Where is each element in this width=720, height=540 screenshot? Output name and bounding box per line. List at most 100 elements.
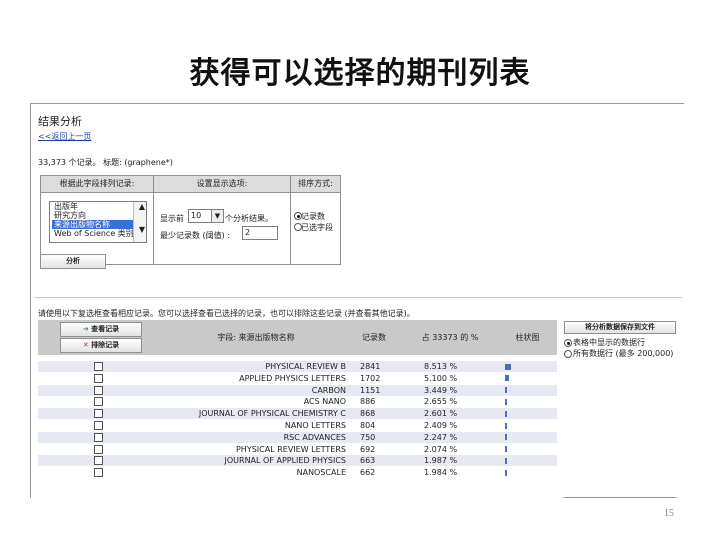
- sort-by-header: 排序方式:: [291, 176, 340, 193]
- record-count-cell: 1151: [360, 385, 381, 395]
- field-option[interactable]: Web of Science 类别: [52, 229, 146, 238]
- field-listbox[interactable]: 出版年 研究方向 来源出版物名称 Web of Science 类别 ▲ ▼: [49, 201, 147, 243]
- percent-cell: 8.513 %: [424, 362, 458, 371]
- save-all-rows-label: 所有数据行 (最多 200,000): [573, 349, 674, 358]
- scroll-up-icon[interactable]: ▲: [136, 202, 146, 211]
- row-checkbox[interactable]: [94, 421, 103, 430]
- instruction-text: 请使用以下复选框查看相应记录。您可以选择查看已选择的记录，也可以排除这些记录 (…: [38, 309, 415, 318]
- sort-by-count-label: 记录数: [301, 212, 325, 221]
- table-row: PHYSICAL REVIEW LETTERS 692 2.074 %: [38, 443, 557, 455]
- row-checkbox[interactable]: [94, 409, 103, 419]
- table-row: APPLIED PHYSICS LETTERS 1702 5.100 %: [38, 372, 557, 384]
- save-displayed-rows-label: 表格中显示的数据行: [573, 338, 645, 347]
- table-row: RSC ADVANCES 750 2.247 %: [38, 431, 557, 443]
- row-checkbox[interactable]: [94, 444, 103, 454]
- source-title-cell: ACS NANO: [303, 397, 346, 407]
- save-to-file-button-bottom[interactable]: [564, 497, 676, 498]
- show-top-prefix: 显示前: [160, 214, 184, 223]
- view-records-label: 查看记录: [91, 325, 120, 333]
- source-title-cell: NANOSCALE: [296, 468, 346, 478]
- share-bar: [505, 434, 507, 441]
- row-checkbox[interactable]: [94, 397, 103, 407]
- page-heading: 结果分析: [38, 115, 82, 128]
- share-bar: [505, 398, 507, 405]
- percent-cell: 3.449 %: [424, 385, 458, 395]
- field-option[interactable]: 来源出版物名称: [52, 220, 146, 229]
- rank-by-header: 根据此字段排列记录:: [41, 176, 153, 193]
- column-divider: [290, 176, 291, 264]
- field-option[interactable]: 研究方向: [52, 211, 146, 220]
- record-count-cell: 750: [360, 432, 376, 442]
- section-divider: [34, 297, 682, 298]
- save-panel: 将分析数据保存到文件 表格中显示的数据行 所有数据行 (最多 200,000): [560, 320, 682, 360]
- view-records-button[interactable]: ➔ 查看记录: [60, 322, 142, 337]
- frame-left-border: [30, 103, 31, 498]
- source-title-cell: NANO LETTERS: [284, 421, 346, 430]
- percent-cell: 2.655 %: [424, 397, 458, 407]
- arrow-right-icon: ➔: [82, 325, 89, 333]
- save-displayed-rows-radio[interactable]: [564, 339, 572, 347]
- source-title-cell: PHYSICAL REVIEW B: [265, 362, 346, 371]
- slide-number: 15: [664, 508, 674, 519]
- table-row: PHYSICAL REVIEW B 2841 8.513 %: [38, 361, 557, 372]
- show-top-suffix: 个分析结果。: [225, 214, 273, 223]
- row-checkbox[interactable]: [94, 373, 103, 383]
- back-link[interactable]: <<返回上一页: [38, 131, 91, 142]
- exclude-records-button[interactable]: ✕ 排除记录: [60, 338, 142, 353]
- table-row: NANOSCALE 662 1.984 %: [38, 467, 557, 479]
- table-row: JOURNAL OF PHYSICAL CHEMISTRY C 868 2.601 …: [38, 408, 557, 420]
- analyze-button[interactable]: 分析: [40, 254, 106, 269]
- chevron-down-icon[interactable]: ▼: [211, 209, 224, 223]
- share-bar: [505, 363, 511, 370]
- show-count-value: 10: [191, 211, 202, 220]
- table-row: NANO LETTERS 804 2.409 %: [38, 420, 557, 431]
- source-title-cell: APPLIED PHYSICS LETTERS: [239, 373, 346, 383]
- row-checkbox[interactable]: [94, 456, 103, 466]
- scroll-down-icon[interactable]: ▼: [136, 225, 146, 234]
- share-bar: [505, 446, 507, 453]
- record-count-cell: 868: [360, 409, 376, 419]
- save-to-file-button[interactable]: 将分析数据保存到文件: [564, 321, 676, 334]
- exclude-records-label: 排除记录: [91, 341, 120, 349]
- percent-cell: 2.409 %: [424, 421, 458, 430]
- close-icon: ✕: [82, 341, 89, 349]
- record-count-cell: 663: [360, 456, 376, 466]
- row-checkbox[interactable]: [94, 385, 103, 395]
- percent-column-header: 占 33373 的 %: [421, 333, 479, 342]
- result-summary: 33,373 个记录。 标题: (graphene*): [38, 158, 173, 167]
- percent-cell: 2.601 %: [424, 409, 458, 419]
- record-count-cell: 692: [360, 444, 376, 454]
- record-count-cell: 1702: [360, 373, 381, 383]
- record-count-cell: 886: [360, 397, 376, 407]
- slide-title: 获得可以选择的期刊列表: [189, 56, 531, 91]
- table-row: ACS NANO 886 2.655 %: [38, 396, 557, 408]
- source-title-cell: JOURNAL OF APPLIED PHYSICS: [224, 456, 347, 466]
- row-checkbox[interactable]: [94, 432, 103, 442]
- share-bar: [505, 387, 507, 394]
- column-divider: [153, 176, 154, 264]
- percent-cell: 1.984 %: [424, 468, 458, 478]
- screenshot-area: 结果分析 <<返回上一页 33,373 个记录。 标题: (graphene*)…: [30, 103, 684, 498]
- share-bar: [505, 422, 507, 429]
- min-count-input[interactable]: 2: [242, 226, 278, 240]
- frame-top-border: [30, 103, 684, 104]
- source-title-cell: JOURNAL OF PHYSICAL CHEMISTRY C: [198, 409, 346, 419]
- row-checkbox[interactable]: [94, 468, 103, 478]
- percent-cell: 5.100 %: [424, 373, 458, 383]
- analysis-options-panel: 根据此字段排列记录: 设置显示选项: 排序方式: 出版年 研究方向 来源出版物名称 W…: [40, 175, 341, 265]
- share-bar: [505, 375, 509, 382]
- source-title-cell: PHYSICAL REVIEW LETTERS: [235, 444, 346, 454]
- sort-by-field-label: 已选字段: [301, 223, 333, 232]
- row-checkbox[interactable]: [94, 362, 103, 371]
- field-option[interactable]: 出版年: [52, 202, 146, 211]
- show-count-select[interactable]: 10: [188, 209, 212, 223]
- percent-cell: 2.074 %: [424, 444, 458, 454]
- source-title-cell: RSC ADVANCES: [283, 432, 346, 442]
- listbox-scrollbar[interactable]: ▲ ▼: [133, 202, 146, 242]
- display-options-header: 设置显示选项:: [154, 176, 290, 193]
- record-count-cell: 662: [360, 468, 376, 478]
- bar-column-header: 柱状图: [515, 333, 540, 342]
- source-title-cell: CARBON: [311, 385, 346, 395]
- share-bar: [505, 410, 507, 417]
- save-all-rows-radio[interactable]: [564, 350, 572, 358]
